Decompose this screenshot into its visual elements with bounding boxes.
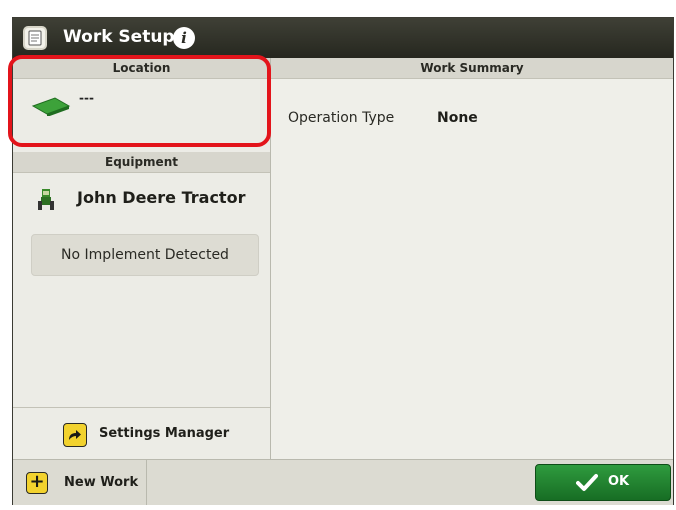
work-summary-header: Work Summary — [271, 58, 673, 79]
window-title: Work Setup — [63, 27, 175, 47]
ok-button[interactable]: OK — [535, 464, 671, 501]
checkmark-icon — [576, 474, 598, 491]
operation-type-label: Operation Type — [288, 110, 395, 126]
tractor-icon — [38, 189, 54, 210]
settings-manager-label: Settings Manager — [99, 426, 230, 441]
arrow-forward-icon — [63, 423, 87, 447]
tractor-row[interactable]: John Deere Tractor — [13, 173, 270, 221]
location-highlight-box — [8, 55, 271, 147]
plus-icon: + — [26, 472, 48, 494]
info-icon[interactable]: i — [173, 27, 195, 49]
settings-manager-button[interactable]: Settings Manager — [13, 407, 270, 460]
new-work-label: New Work — [64, 475, 139, 490]
implement-status-button[interactable]: No Implement Detected — [31, 234, 259, 276]
equipment-header: Equipment — [13, 152, 270, 173]
tractor-name: John Deere Tractor — [77, 188, 246, 207]
clipboard-icon — [23, 26, 47, 50]
title-bar: Work Setup i — [13, 18, 673, 58]
new-work-button[interactable]: + New Work — [13, 460, 147, 505]
operation-type-value: None — [437, 110, 478, 126]
bottom-toolbar: + New Work OK — [13, 459, 673, 505]
ok-label: OK — [608, 474, 630, 489]
work-summary-panel: Work Summary Operation Type None — [271, 58, 673, 459]
